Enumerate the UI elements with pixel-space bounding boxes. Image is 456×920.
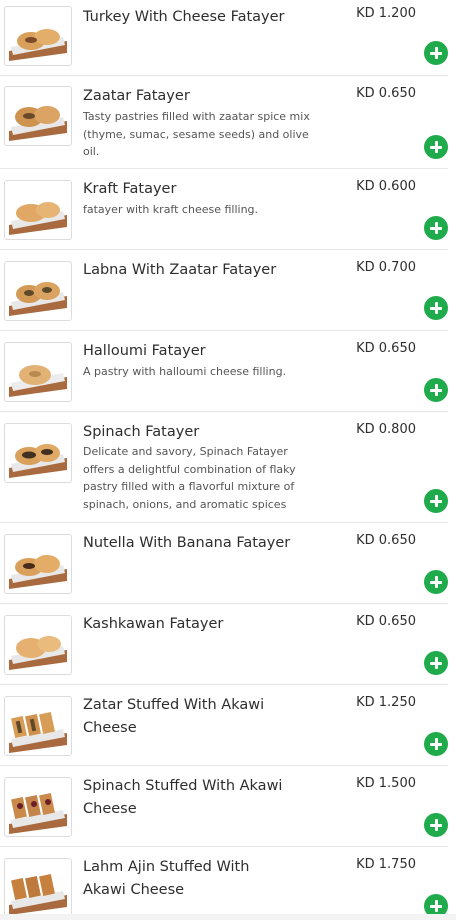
menu-item[interactable]: Kashkawan Fatayer KD 0.650 (0, 604, 448, 685)
menu-item[interactable]: Spinach Stuffed With Akawi Cheese KD 1.5… (0, 766, 448, 847)
item-image[interactable] (4, 261, 72, 321)
item-price: KD 0.600 (356, 179, 416, 194)
item-image[interactable] (4, 777, 72, 837)
item-name: Spinach Fatayer (83, 424, 200, 440)
item-name: Kashkawan Fatayer (83, 616, 224, 632)
add-to-cart-button[interactable] (424, 296, 448, 320)
menu-item[interactable]: Labna With Zaatar Fatayer KD 0.700 (0, 250, 448, 331)
item-image[interactable] (4, 180, 72, 240)
menu-item[interactable]: Nutella With Banana Fatayer KD 0.650 (0, 523, 448, 604)
list-bottom-edge (0, 914, 456, 920)
item-price: KD 1.200 (356, 6, 416, 21)
item-name: Zatar Stuffed With Akawi Cheese (83, 697, 265, 736)
fatayer-image-icon (9, 29, 67, 61)
item-price: KD 0.650 (356, 614, 416, 629)
item-name: Turkey With Cheese Fatayer (83, 9, 285, 25)
item-image[interactable] (4, 423, 72, 483)
menu-item[interactable]: Lahm Ajin Stuffed With Akawi Cheese KD 1… (0, 847, 448, 918)
add-to-cart-button[interactable] (424, 651, 448, 675)
item-image[interactable] (4, 696, 72, 756)
add-to-cart-button[interactable] (424, 378, 448, 402)
fatayer-image-icon (9, 636, 67, 670)
item-price: KD 0.800 (356, 422, 416, 437)
menu-item[interactable]: Zatar Stuffed With Akawi Cheese KD 1.250 (0, 685, 448, 766)
fatayer-image-icon (9, 555, 67, 589)
stuffed-bread-image-icon (9, 873, 67, 915)
add-to-cart-button[interactable] (424, 732, 448, 756)
add-to-cart-button[interactable] (424, 216, 448, 240)
item-description: fatayer with kraft cheese filling. (83, 203, 259, 216)
menu-item[interactable]: Spinach Fatayer Delicate and savory, Spi… (0, 412, 448, 523)
item-name: Kraft Fatayer (83, 181, 177, 197)
item-name: Spinach Stuffed With Akawi Cheese (83, 778, 283, 817)
fatayer-image-icon (9, 282, 67, 316)
item-description: Delicate and savory, Spinach Fatayer off… (83, 445, 296, 511)
fatayer-image-icon (9, 444, 67, 478)
item-image[interactable] (4, 615, 72, 675)
stuffed-bread-image-icon (9, 792, 67, 834)
fatayer-image-icon (9, 365, 67, 397)
add-to-cart-button[interactable] (424, 41, 448, 65)
fatayer-image-icon (9, 202, 67, 235)
menu-item[interactable]: Zaatar Fatayer Tasty pastries filled wit… (0, 76, 448, 169)
item-price: KD 0.700 (356, 260, 416, 275)
add-to-cart-button[interactable] (424, 813, 448, 837)
item-image[interactable] (4, 858, 72, 918)
item-price: KD 1.750 (356, 857, 416, 872)
item-image[interactable] (4, 534, 72, 594)
item-image[interactable] (4, 86, 72, 146)
item-description: Tasty pastries filled with zaatar spice … (83, 110, 310, 159)
item-price: KD 1.250 (356, 695, 416, 710)
item-price: KD 1.500 (356, 776, 416, 791)
item-image[interactable] (4, 342, 72, 402)
add-to-cart-button[interactable] (424, 489, 448, 513)
menu-item[interactable]: Turkey With Cheese Fatayer KD 1.200 (0, 0, 448, 76)
stuffed-bread-image-icon (9, 711, 67, 753)
item-price: KD 0.650 (356, 86, 416, 101)
fatayer-image-icon (9, 106, 67, 141)
item-price: KD 0.650 (356, 533, 416, 548)
item-image[interactable] (4, 6, 72, 66)
item-name: Labna With Zaatar Fatayer (83, 262, 277, 278)
item-name: Lahm Ajin Stuffed With Akawi Cheese (83, 859, 250, 898)
add-to-cart-button[interactable] (424, 135, 448, 159)
item-price: KD 0.650 (356, 341, 416, 356)
add-to-cart-button[interactable] (424, 570, 448, 594)
menu-item[interactable]: Halloumi Fatayer A pastry with halloumi … (0, 331, 448, 412)
menu-item[interactable]: Kraft Fatayer fatayer with kraft cheese … (0, 169, 448, 250)
item-name: Nutella With Banana Fatayer (83, 535, 291, 551)
item-name: Halloumi Fatayer (83, 343, 206, 359)
item-description: A pastry with halloumi cheese filling. (83, 365, 287, 378)
item-name: Zaatar Fatayer (83, 88, 190, 104)
